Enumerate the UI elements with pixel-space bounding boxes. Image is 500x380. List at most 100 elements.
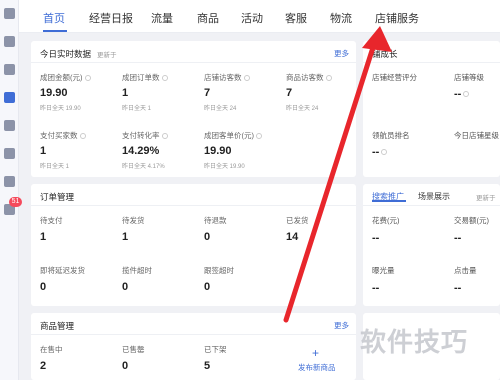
metric-yesterday: 昨日全天 1	[122, 106, 152, 112]
help-icon[interactable]	[243, 75, 250, 82]
growth-today-label: 今日店铺星级	[454, 131, 499, 140]
orders-title: 订单管理	[40, 192, 75, 202]
metric-label: 支付转化率	[122, 130, 168, 141]
impressions-value: --	[372, 282, 380, 294]
help-icon[interactable]	[84, 75, 91, 82]
divider	[363, 62, 500, 63]
order-value[interactable]: 1	[40, 231, 46, 243]
shield-icon[interactable]	[4, 148, 15, 159]
metric-yesterday: 昨日全天 24	[204, 106, 237, 112]
help-icon[interactable]	[325, 75, 332, 82]
message-icon[interactable]	[4, 8, 15, 19]
order-label: 待退款	[204, 216, 227, 225]
metric-label: 成团订单数	[122, 72, 168, 83]
active-subtab-indicator	[372, 200, 406, 202]
metric-value: 14.29%	[122, 145, 160, 157]
order-label: 揽件超时	[122, 266, 152, 275]
metric-label: 成团客单价(元)	[204, 130, 262, 141]
product-label: 在售中	[40, 345, 63, 354]
tab-scene-display[interactable]: 场景展示	[418, 191, 450, 202]
divider	[31, 205, 356, 206]
trade-label: 交易额(元)	[454, 216, 489, 225]
order-management-card	[31, 184, 356, 306]
tab-traffic[interactable]: 流量	[151, 10, 173, 26]
product-value[interactable]: 5	[204, 360, 210, 372]
metric-value: 19.90	[204, 145, 232, 157]
order-value[interactable]: 0	[204, 281, 210, 293]
order-value[interactable]: 0	[40, 281, 46, 293]
growth-rank-label: 领航员排名	[372, 131, 410, 140]
metric-value: 7	[286, 87, 293, 99]
clicks-label: 点击量	[454, 266, 477, 275]
metric-value: 1	[40, 145, 47, 157]
metric-label: 商品访客数	[286, 72, 332, 83]
help-icon[interactable]	[463, 91, 470, 98]
note-icon[interactable]	[4, 176, 15, 187]
order-label: 跟签超时	[204, 266, 234, 275]
spend-label: 花费(元)	[372, 216, 400, 225]
divider	[31, 62, 356, 63]
growth-title: 铺成长	[372, 49, 398, 59]
tab-activities[interactable]: 活动	[241, 10, 263, 26]
metric-label: 店铺访客数	[204, 72, 250, 83]
tab-store-service[interactable]: 店铺服务	[375, 10, 419, 26]
realtime-more-link[interactable]: 更多	[334, 48, 349, 59]
realtime-title: 今日实时数据	[40, 49, 92, 59]
metric-value: 7	[204, 87, 211, 99]
promo-update-time: 更新于	[476, 195, 496, 202]
products-more-link[interactable]: 更多	[334, 320, 349, 331]
chart-icon[interactable]	[4, 92, 15, 103]
product-label: 已下架	[204, 345, 227, 354]
metric-yesterday: 昨日全天 19.90	[204, 164, 245, 170]
help-icon[interactable]	[161, 75, 168, 82]
order-label: 即将延迟发货	[40, 266, 85, 275]
order-value[interactable]: 0	[122, 281, 128, 293]
products-title: 商品管理	[40, 321, 75, 331]
impressions-label: 曝光量	[372, 266, 395, 275]
growth-rank-value: --	[372, 146, 388, 158]
metric-value: 19.90	[40, 87, 68, 99]
help-icon[interactable]	[381, 149, 388, 156]
publish-new-product-button[interactable]: 发布新商品	[298, 362, 336, 373]
metric-yesterday: 昨日全天 24	[286, 106, 319, 112]
order-label: 待发货	[122, 216, 145, 225]
bag-icon[interactable]	[4, 64, 15, 75]
metric-yesterday: 昨日全天 4.17%	[122, 164, 165, 170]
clicks-value: --	[454, 282, 462, 294]
top-tab-bar: 首页 经营日报 流量 商品 活动 客服 物流 店铺服务	[19, 0, 500, 33]
tab-daily-report[interactable]: 经营日报	[89, 10, 133, 26]
spend-value: --	[372, 232, 380, 244]
promotion-card	[363, 184, 500, 306]
tab-home[interactable]: 首页	[43, 10, 65, 26]
help-icon[interactable]	[256, 133, 262, 140]
watermark: 软件技巧	[360, 327, 469, 357]
product-value[interactable]: 0	[122, 360, 128, 372]
tab-logistics[interactable]: 物流	[330, 10, 352, 26]
divider	[363, 205, 500, 206]
metric-label: 支付买家数	[40, 130, 86, 141]
left-icon-rail: 51	[0, 0, 22, 380]
product-value[interactable]: 2	[40, 360, 46, 372]
tab-customer-service[interactable]: 客服	[285, 10, 307, 26]
metric-yesterday: 昨日全天 1	[40, 164, 70, 170]
metric-value: 1	[122, 87, 129, 99]
active-tab-indicator	[43, 30, 67, 32]
notification-badge: 51	[9, 197, 22, 207]
help-icon[interactable]	[79, 133, 86, 140]
grid-icon[interactable]	[4, 120, 15, 131]
order-value[interactable]: 14	[286, 231, 298, 243]
divider	[31, 334, 356, 335]
add-product-plus-icon[interactable]: +	[312, 346, 319, 360]
realtime-update-time: 更新于	[97, 52, 117, 59]
metric-label: 成团金额(元)	[40, 72, 91, 83]
help-icon[interactable]	[161, 133, 168, 140]
product-label: 已售罄	[122, 345, 145, 354]
document-icon[interactable]	[4, 36, 15, 47]
growth-level-label: 店铺等级	[454, 73, 484, 82]
tab-products[interactable]: 商品	[197, 10, 219, 26]
order-value[interactable]: 0	[204, 231, 210, 243]
trade-value: --	[454, 232, 462, 244]
order-value[interactable]: 1	[122, 231, 128, 243]
order-label: 已发货	[286, 216, 309, 225]
metric-yesterday: 昨日全天 19.90	[40, 106, 81, 112]
